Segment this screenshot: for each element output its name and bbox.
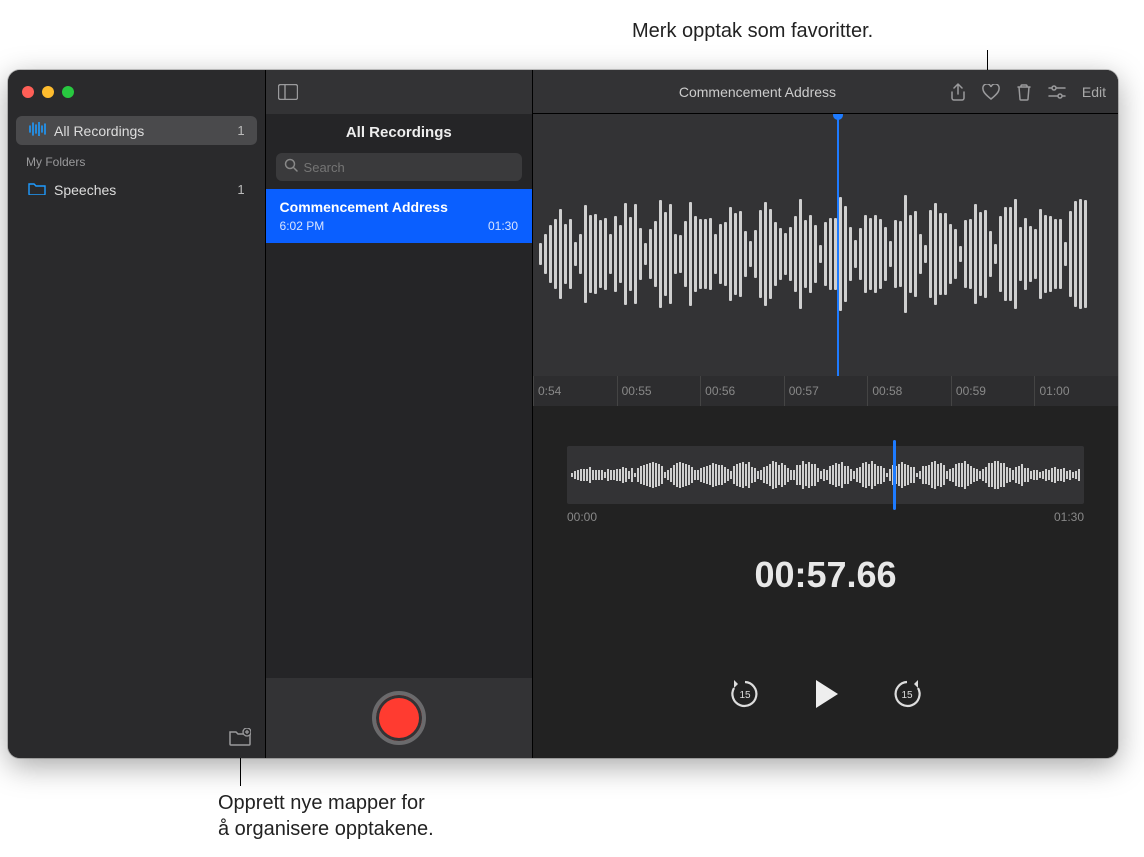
play-button[interactable]	[808, 676, 844, 712]
edit-button[interactable]: Edit	[1082, 84, 1106, 100]
sidebar-folder-name: Speeches	[54, 182, 116, 198]
svg-text:15: 15	[901, 690, 913, 701]
tick: 00:59	[951, 376, 1035, 406]
search-input[interactable]	[304, 160, 514, 175]
tick: 00:58	[867, 376, 951, 406]
sidebar-item-folder-speeches[interactable]: Speeches 1	[16, 175, 257, 204]
app-window: All Recordings 1 My Folders Speeches 1	[8, 70, 1118, 758]
record-button[interactable]	[372, 691, 426, 745]
recordings-list-panel: All Recordings Commencement Address 6:02…	[266, 70, 533, 758]
playhead-overview[interactable]	[893, 440, 896, 510]
timeline-ruler: 0:54 00:55 00:56 00:57 00:58 00:59 01:00	[533, 376, 1118, 406]
new-folder-button[interactable]	[229, 728, 251, 746]
tick: 00:56	[700, 376, 784, 406]
tick: 01:00	[1034, 376, 1118, 406]
settings-button[interactable]	[1048, 85, 1066, 99]
search-field[interactable]	[276, 153, 522, 181]
current-time: 00:57.66	[533, 554, 1118, 596]
sidebar-all-count: 1	[237, 123, 244, 138]
skip-back-button[interactable]: 15	[728, 677, 762, 711]
recording-duration: 01:30	[488, 219, 518, 233]
detail-title: Commencement Address	[565, 84, 950, 100]
tick: 00:55	[617, 376, 701, 406]
callout-favorite-text: Merk opptak som favoritter.	[632, 20, 873, 42]
toggle-sidebar-button[interactable]	[278, 84, 298, 100]
skip-forward-button[interactable]: 15	[890, 677, 924, 711]
detail-panel: Commencement Address Edit	[533, 70, 1118, 758]
recording-time: 6:02 PM	[280, 219, 325, 233]
svg-text:15: 15	[739, 690, 751, 701]
window-controls	[8, 70, 265, 114]
delete-button[interactable]	[1016, 83, 1032, 101]
waveform-overview[interactable]	[567, 446, 1084, 504]
callout-folders-line1: Opprett nye mapper for	[218, 790, 434, 816]
favorite-button[interactable]	[982, 84, 1000, 100]
folder-icon	[28, 181, 46, 198]
playhead[interactable]	[837, 114, 839, 384]
recording-item[interactable]: Commencement Address 6:02 PM 01:30	[266, 189, 532, 243]
zoom-window-button[interactable]	[62, 86, 74, 98]
tick: 00:57	[784, 376, 868, 406]
sidebar-group-label: My Folders	[8, 147, 265, 173]
transport-controls: 15 15	[533, 676, 1118, 712]
sidebar-all-label: All Recordings	[54, 123, 144, 139]
sidebar-item-all-recordings[interactable]: All Recordings 1	[16, 116, 257, 145]
search-icon	[284, 158, 298, 177]
topbar: Commencement Address Edit	[533, 70, 1118, 114]
sidebar-folder-count: 1	[237, 182, 244, 197]
recording-title: Commencement Address	[280, 199, 518, 215]
minimize-window-button[interactable]	[42, 86, 54, 98]
waveform-detail[interactable]: 0:54 00:55 00:56 00:57 00:58 00:59 01:00	[533, 114, 1118, 406]
overview-start-label: 00:00	[567, 510, 597, 524]
share-button[interactable]	[950, 83, 966, 101]
overview-end-label: 01:30	[1054, 510, 1084, 524]
tick: 0:54	[533, 376, 617, 406]
close-window-button[interactable]	[22, 86, 34, 98]
sidebar: All Recordings 1 My Folders Speeches 1	[8, 70, 266, 758]
waveform-icon	[28, 122, 46, 139]
callout-folders-line2: å organisere opptakene.	[218, 816, 434, 842]
list-header-title: All Recordings	[266, 114, 532, 149]
